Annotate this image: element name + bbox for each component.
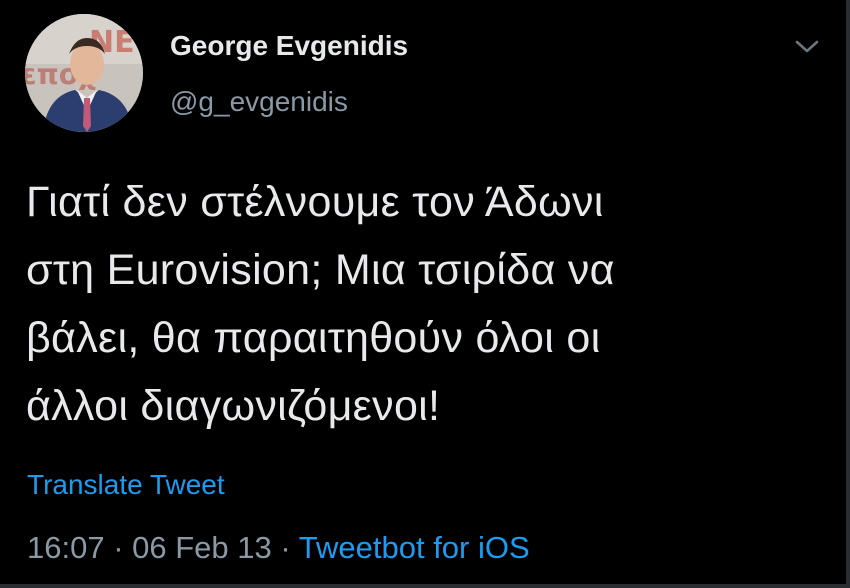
author-display-name[interactable]: George Evgenidis bbox=[170, 30, 408, 62]
tweet-client-link[interactable]: Tweetbot for iOS bbox=[299, 530, 530, 565]
meta-separator: · bbox=[113, 530, 124, 565]
tweet-text-line: άλλοι διαγωνιζόμενοι! bbox=[26, 382, 441, 430]
tweet-text-line: στη Eurovision; Μια τσιρίδα να bbox=[26, 246, 615, 294]
author-handle[interactable]: @g_evgenidis bbox=[170, 86, 348, 118]
tweet-text-line: Γιατί δεν στέλνουμε τον Άδωνι bbox=[26, 178, 604, 226]
avatar[interactable]: ΝΕΟ εποχ bbox=[25, 14, 143, 132]
avatar-image: ΝΕΟ εποχ bbox=[25, 14, 143, 132]
tweet-text-line: βάλει, θα παραιτηθούν όλοι οι bbox=[26, 314, 601, 362]
tweet-metadata: 16:07 · 06 Feb 13 · Tweetbot for iOS bbox=[27, 530, 530, 566]
tweet-text: Γιατί δεν στέλνουμε τον Άδωνι στη Eurovi… bbox=[26, 168, 826, 440]
meta-separator: · bbox=[280, 530, 291, 565]
tweet-time[interactable]: 16:07 bbox=[27, 530, 105, 565]
translate-tweet-link[interactable]: Translate Tweet bbox=[27, 469, 225, 501]
tweet-date[interactable]: 06 Feb 13 bbox=[132, 530, 272, 565]
tweet-card: ΝΕΟ εποχ George Evgenidis @g_evgenidis Γ… bbox=[0, 0, 850, 588]
chevron-down-icon[interactable] bbox=[792, 34, 822, 60]
